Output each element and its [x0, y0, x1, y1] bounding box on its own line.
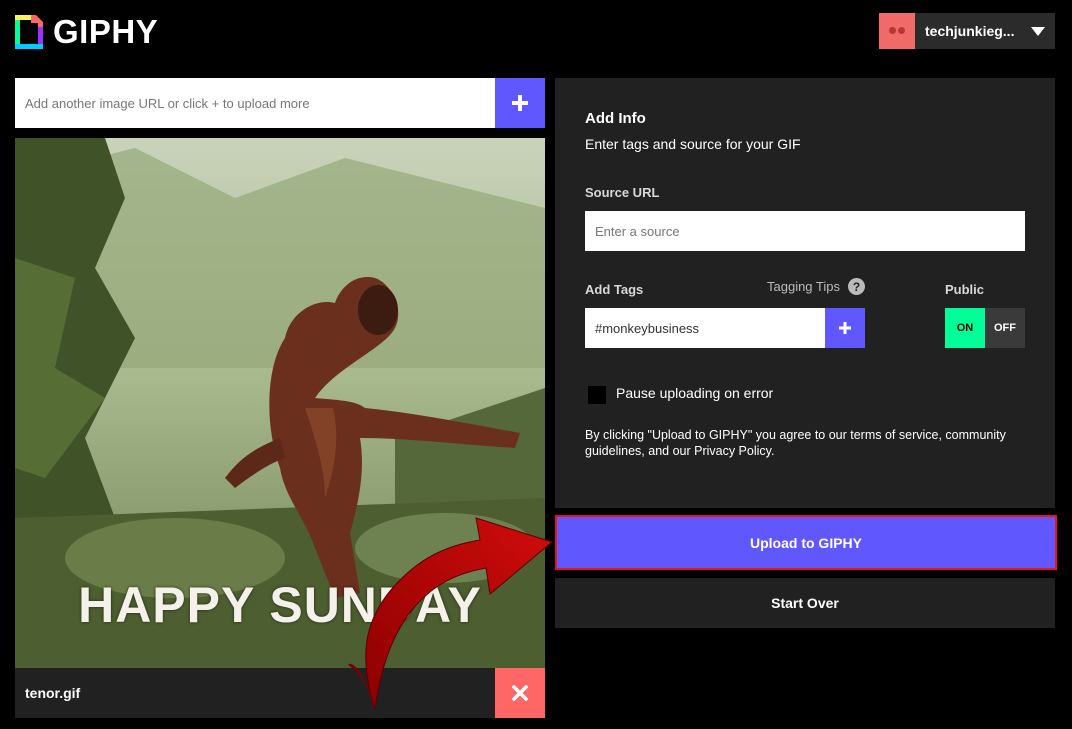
user-menu[interactable]: techjunkieg...	[879, 13, 1055, 49]
chevron-down-icon[interactable]	[1031, 26, 1045, 36]
image-url-input[interactable]	[15, 78, 495, 128]
avatar	[879, 13, 915, 49]
panel-title: Add Info	[585, 110, 646, 127]
panel-subtitle: Enter tags and source for your GIF	[585, 136, 801, 152]
username: techjunkieg...	[925, 23, 1015, 39]
plus-icon	[512, 95, 528, 111]
toggle-on-option[interactable]: ON	[945, 308, 985, 348]
gif-caption: HAPPY SUNDAY	[78, 577, 482, 633]
pause-on-error-checkbox[interactable]	[588, 386, 606, 404]
tags-input[interactable]	[585, 308, 825, 348]
upload-to-giphy-button[interactable]: Upload to GIPHY	[555, 515, 1057, 570]
add-image-button[interactable]	[495, 78, 545, 128]
url-upload-bar	[15, 78, 545, 128]
file-name: tenor.gif	[25, 685, 81, 701]
source-url-label: Source URL	[585, 185, 660, 200]
add-tags-label: Add Tags	[585, 282, 644, 297]
start-over-button[interactable]: Start Over	[555, 578, 1055, 628]
public-toggle[interactable]: ON OFF	[945, 308, 1025, 348]
file-bar: tenor.gif	[15, 668, 545, 718]
add-tag-button[interactable]	[825, 308, 865, 348]
toggle-off-option[interactable]: OFF	[985, 308, 1025, 348]
tagging-tips-link[interactable]: Tagging Tips ?	[767, 278, 865, 295]
giphy-logo[interactable]: GIPHY	[15, 14, 158, 50]
public-label: Public	[945, 282, 985, 297]
pause-on-error-label: Pause uploading on error	[616, 385, 774, 401]
giphy-wordmark: GIPHY	[53, 13, 159, 50]
plus-icon	[839, 322, 851, 334]
tags-field	[585, 308, 865, 348]
source-url-input[interactable]	[585, 211, 1025, 251]
remove-file-button[interactable]	[495, 668, 545, 718]
gif-preview: HAPPY SUNDAY	[15, 138, 545, 668]
close-icon	[512, 685, 528, 701]
pause-on-error-row: Pause uploading on error	[588, 382, 773, 404]
tagging-tips-label: Tagging Tips	[767, 279, 840, 294]
add-info-panel: Add Info Enter tags and source for your …	[555, 78, 1055, 508]
help-icon[interactable]: ?	[848, 278, 865, 295]
giphy-logo-icon	[15, 15, 43, 49]
terms-text: By clicking "Upload to GIPHY" you agree …	[585, 428, 1006, 458]
